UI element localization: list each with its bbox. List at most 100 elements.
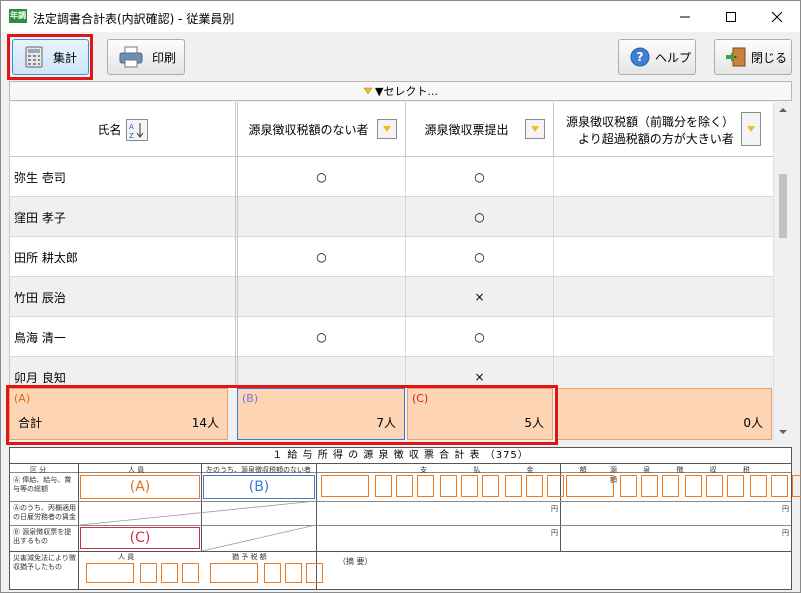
svg-text:?: ? [637, 50, 644, 64]
form-title: １ 給 与 所 得 の 源 泉 徴 収 票 合 計 表 （375） [10, 448, 791, 464]
form-jinin: 人 員 [118, 553, 135, 561]
cell-submitted: × [406, 277, 554, 317]
cell-no-withholding: ○ [238, 157, 406, 197]
grid-header: 氏名 AZ 源泉徴収税額のない者 源泉徴収票提出 源泉徴収税額（前職分を除く） … [10, 102, 773, 157]
cell-submitted: ○ [406, 317, 554, 357]
print-label: 印刷 [152, 50, 177, 65]
excess-filter-button[interactable] [741, 112, 761, 146]
digit-box [706, 475, 723, 497]
maximize-icon [726, 11, 736, 22]
app-window: 年調 法定調書合計表(内訳確認) - 従業員別 集計 印刷 ? ヘルプ 閉じる … [0, 0, 801, 593]
digit-box [396, 475, 413, 497]
form-ninin: 人 員 [128, 466, 145, 474]
app-icon: 年調 [9, 9, 27, 23]
header-submitted-label: 源泉徴収票提出 [424, 123, 509, 137]
close-window-button[interactable] [754, 1, 800, 32]
minimize-icon [680, 16, 690, 17]
form-en-1: 円 [551, 505, 558, 513]
header-excess: 源泉徴収税額（前職分を除く） より超過税額の方が大きい者 [554, 102, 773, 157]
summary-d-value: 0人 [743, 416, 763, 430]
digit-box [620, 475, 637, 497]
header-no-withholding-label: 源泉徴収税額のない者 [248, 123, 369, 137]
select-toggle-bar[interactable]: ▼セレクト... [9, 81, 792, 101]
triangle-down-icon [383, 126, 391, 132]
digit-box [461, 475, 478, 497]
header-excess-label-2: より超過税額の方が大きい者 [578, 131, 734, 146]
sort-az-icon: AZ [129, 122, 143, 140]
header-name: 氏名 AZ [10, 102, 238, 157]
printer-icon [119, 46, 143, 68]
digit-box [140, 563, 157, 583]
form-row4: 災害減免法により徴収猶予したもの [13, 554, 76, 571]
cell-excess [554, 157, 773, 197]
cell-excess [554, 277, 773, 317]
digit-box [566, 475, 614, 497]
header-excess-label: 源泉徴収税額（前職分を除く） [566, 114, 735, 129]
digit-box [727, 475, 744, 497]
table-row[interactable]: 窪田 孝子 ○ [10, 197, 773, 237]
form-box-a: (A) [80, 475, 200, 499]
cell-no-withholding [238, 277, 406, 317]
digit-box [264, 563, 281, 583]
help-button[interactable]: ? ヘルプ [618, 39, 696, 75]
scrollbar-thumb[interactable] [779, 174, 787, 238]
no-withholding-filter-button[interactable] [377, 119, 397, 139]
highlight-summary [6, 385, 558, 445]
table-row[interactable]: 鳥海 清一 ○ ○ [10, 317, 773, 357]
scroll-up-icon [779, 108, 787, 112]
cell-excess [554, 237, 773, 277]
digit-box [306, 563, 323, 583]
digit-box [750, 475, 767, 497]
digit-box [375, 475, 392, 497]
digit-box [440, 475, 457, 497]
digit-box [86, 563, 134, 583]
form-tekiyo: （摘 要） [338, 557, 373, 566]
form-diagonal [80, 501, 316, 525]
digit-box [285, 563, 302, 583]
cell-excess [554, 197, 773, 237]
sort-button[interactable]: AZ [125, 118, 148, 141]
digit-box [685, 475, 702, 497]
digit-box [417, 475, 434, 497]
cell-no-withholding [238, 197, 406, 237]
form-en-3: 円 [551, 529, 558, 537]
form-nouchi: 左のうち、源泉徴収税額のない者 [206, 466, 311, 474]
form-row2: Ⓐのうち、丙欄適用の日雇労務者の賃金 [13, 504, 76, 521]
window-title: 法定調書合計表(内訳確認) - 従業員別 [33, 12, 235, 26]
vertical-scrollbar[interactable] [773, 102, 792, 440]
digit-box [526, 475, 543, 497]
table-row[interactable]: 竹田 辰治 × [10, 277, 773, 317]
submitted-filter-button[interactable] [525, 119, 545, 139]
triangle-down-icon [531, 126, 539, 132]
print-button[interactable]: 印刷 [107, 39, 185, 75]
minimize-button[interactable] [662, 1, 708, 32]
svg-text:Z: Z [129, 132, 134, 140]
withholding-summary-form: １ 給 与 所 得 の 源 泉 徴 収 票 合 計 表 （375） 区 分 人 … [9, 447, 801, 590]
header-submitted: 源泉徴収票提出 [406, 102, 554, 157]
cell-name: 弥生 壱司 [10, 157, 238, 197]
header-name-label: 氏名 [97, 123, 122, 137]
table-row[interactable]: 田所 耕太郎 ○ ○ [10, 237, 773, 277]
toolbar: 集計 印刷 ? ヘルプ 閉じる [1, 32, 800, 80]
cell-submitted: ○ [406, 197, 554, 237]
table-row[interactable]: 弥生 壱司 ○ ○ [10, 157, 773, 197]
form-box-b: (B) [203, 475, 315, 499]
triangle-down-icon [363, 87, 373, 95]
close-button[interactable]: 閉じる [714, 39, 792, 75]
scroll-down-icon [779, 430, 787, 434]
cell-submitted: ○ [406, 237, 554, 277]
form-row3: Ⓑ 源泉徴収票を提出するもの [13, 528, 72, 545]
digit-box [547, 475, 564, 497]
triangle-down-icon [747, 126, 755, 132]
digit-box [771, 475, 788, 497]
cell-submitted: ○ [406, 157, 554, 197]
highlight-aggregate [7, 34, 93, 80]
form-shiharai: 支 払 金 額 [420, 466, 609, 474]
select-label: ▼セレクト... [375, 85, 438, 98]
form-en-2: 円 [782, 505, 789, 513]
form-diagonal-2 [202, 525, 316, 551]
digit-box [662, 475, 679, 497]
maximize-button[interactable] [708, 1, 754, 32]
digit-box [792, 475, 801, 497]
help-label: ヘルプ [655, 50, 692, 65]
